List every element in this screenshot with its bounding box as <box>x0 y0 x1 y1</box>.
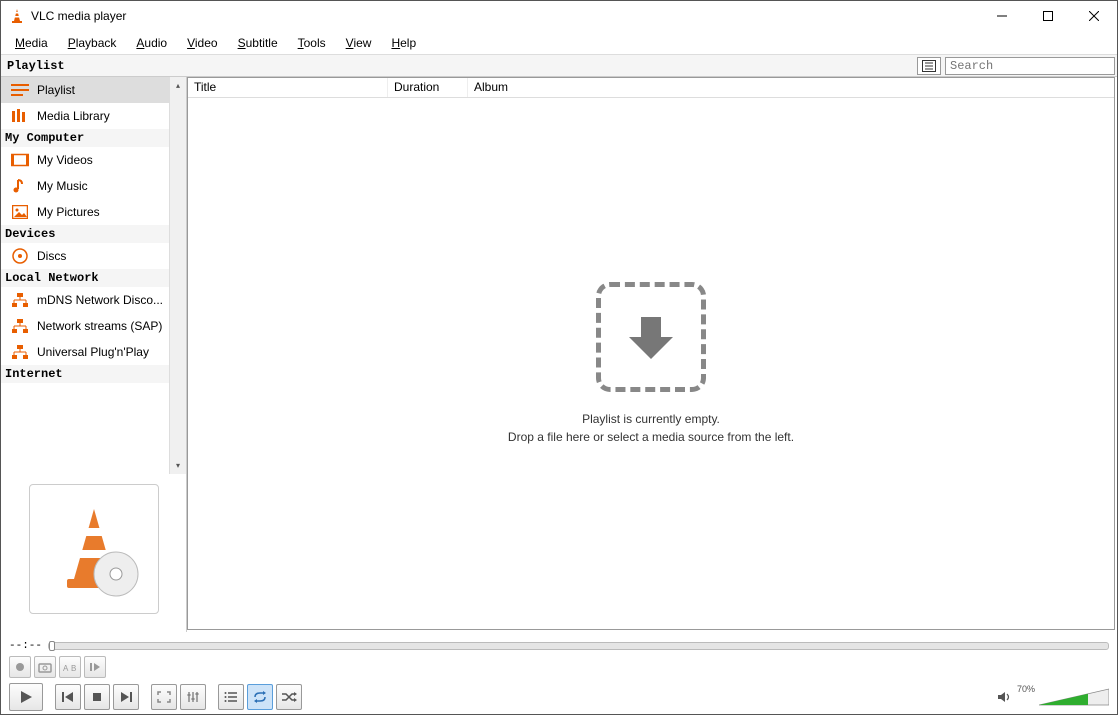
volume-control: 70% <box>997 687 1109 707</box>
time-elapsed[interactable]: --:-- <box>9 640 42 652</box>
network-icon <box>11 292 29 308</box>
sidebar-item-sap[interactable]: Network streams (SAP) <box>1 313 186 339</box>
disc-icon <box>11 248 29 264</box>
play-button[interactable] <box>9 683 43 711</box>
sidebar-item-label: My Videos <box>37 153 180 167</box>
sidebar-item-discs[interactable]: Discs <box>1 243 186 269</box>
scroll-up-icon[interactable]: ▴ <box>170 77 186 94</box>
speaker-icon[interactable] <box>997 689 1013 705</box>
sidebar-item-my-music[interactable]: My Music <box>1 173 186 199</box>
empty-playlist-area[interactable]: Playlist is currently empty. Drop a file… <box>188 98 1114 629</box>
sidebar-item-playlist[interactable]: Playlist <box>1 77 186 103</box>
atob-loop-button[interactable]: AB <box>59 656 81 678</box>
frame-step-button[interactable] <box>84 656 106 678</box>
playlist-panel: Title Duration Album Playlist is current… <box>187 77 1115 630</box>
sidebar-header-my-computer: My Computer <box>1 129 186 147</box>
menu-tools[interactable]: Tools <box>288 34 336 52</box>
sidebar-header-internet: Internet <box>1 365 186 383</box>
sidebar-item-label: mDNS Network Disco... <box>37 293 180 307</box>
drop-target-icon <box>596 282 706 392</box>
sidebar-item-media-library[interactable]: Media Library <box>1 103 186 129</box>
scroll-down-icon[interactable]: ▾ <box>170 457 186 474</box>
menu-playback[interactable]: Playback <box>58 34 127 52</box>
menu-media[interactable]: Media <box>5 34 58 52</box>
album-art-placeholder <box>29 484 159 614</box>
sidebar-item-label: Discs <box>37 249 180 263</box>
vlc-cone-icon <box>9 8 25 24</box>
search-input[interactable] <box>945 57 1115 75</box>
menubar: Media Playback Audio Video Subtitle Tool… <box>1 31 1117 55</box>
column-duration[interactable]: Duration <box>388 78 468 97</box>
menu-audio[interactable]: Audio <box>126 34 177 52</box>
maximize-button[interactable] <box>1025 1 1071 31</box>
svg-text:A: A <box>63 664 69 673</box>
svg-text:B: B <box>71 664 76 673</box>
record-button[interactable] <box>9 656 31 678</box>
loop-button[interactable] <box>247 684 273 710</box>
sidebar-item-my-videos[interactable]: My Videos <box>1 147 186 173</box>
library-icon <box>11 108 29 124</box>
snapshot-button[interactable] <box>34 656 56 678</box>
volume-slider[interactable] <box>1039 687 1109 707</box>
volume-percent-label: 70% <box>1017 684 1035 694</box>
playlist-icon <box>11 82 29 98</box>
empty-message: Playlist is currently empty. Drop a file… <box>508 410 794 446</box>
network-icon <box>11 318 29 334</box>
sidebar-item-label: My Pictures <box>37 205 180 219</box>
column-title[interactable]: Title <box>188 78 388 97</box>
fullscreen-button[interactable] <box>151 684 177 710</box>
view-mode-button[interactable] <box>917 57 941 75</box>
seek-bar-row: --:-- <box>1 638 1117 654</box>
menu-view[interactable]: View <box>336 34 382 52</box>
sidebar-item-label: Universal Plug'n'Play <box>37 345 180 359</box>
network-icon <box>11 344 29 360</box>
sidebar-item-label: Media Library <box>37 109 180 123</box>
list-header: Title Duration Album <box>188 78 1114 98</box>
close-button[interactable] <box>1071 1 1117 31</box>
music-icon <box>11 178 29 194</box>
column-album[interactable]: Album <box>468 78 1114 97</box>
sidebar-item-upnp[interactable]: Universal Plug'n'Play <box>1 339 186 365</box>
sidebar-header-local-network: Local Network <box>1 269 186 287</box>
menu-video[interactable]: Video <box>177 34 227 52</box>
sidebar-scroll: Playlist Media Library My Computer My Vi… <box>1 77 186 474</box>
sidebar: Playlist Media Library My Computer My Vi… <box>1 77 187 632</box>
window-controls <box>979 1 1117 31</box>
seek-slider[interactable] <box>48 642 1109 650</box>
sidebar-item-label: Playlist <box>37 83 180 97</box>
window-title: VLC media player <box>31 9 979 23</box>
sidebar-scrollbar[interactable]: ▴ ▾ <box>169 77 186 474</box>
playlist-toolbar: Playlist <box>1 55 1117 77</box>
sidebar-item-mdns[interactable]: mDNS Network Disco... <box>1 287 186 313</box>
menu-subtitle[interactable]: Subtitle <box>228 34 288 52</box>
next-button[interactable] <box>113 684 139 710</box>
sidebar-item-my-pictures[interactable]: My Pictures <box>1 199 186 225</box>
sidebar-item-label: Network streams (SAP) <box>37 319 180 333</box>
titlebar: VLC media player <box>1 1 1117 31</box>
section-label: Playlist <box>1 59 917 73</box>
sidebar-header-devices: Devices <box>1 225 186 243</box>
sidebar-item-label: My Music <box>37 179 180 193</box>
minimize-button[interactable] <box>979 1 1025 31</box>
previous-button[interactable] <box>55 684 81 710</box>
album-art-box <box>1 474 186 632</box>
stop-button[interactable] <box>84 684 110 710</box>
extra-controls: AB <box>1 654 1117 680</box>
content-area: Playlist Media Library My Computer My Vi… <box>1 77 1117 632</box>
video-icon <box>11 152 29 168</box>
extended-settings-button[interactable] <box>180 684 206 710</box>
shuffle-button[interactable] <box>276 684 302 710</box>
picture-icon <box>11 204 29 220</box>
player-controls: 70% <box>1 680 1117 714</box>
seek-knob[interactable] <box>49 641 55 651</box>
playlist-toggle-button[interactable] <box>218 684 244 710</box>
menu-help[interactable]: Help <box>381 34 426 52</box>
